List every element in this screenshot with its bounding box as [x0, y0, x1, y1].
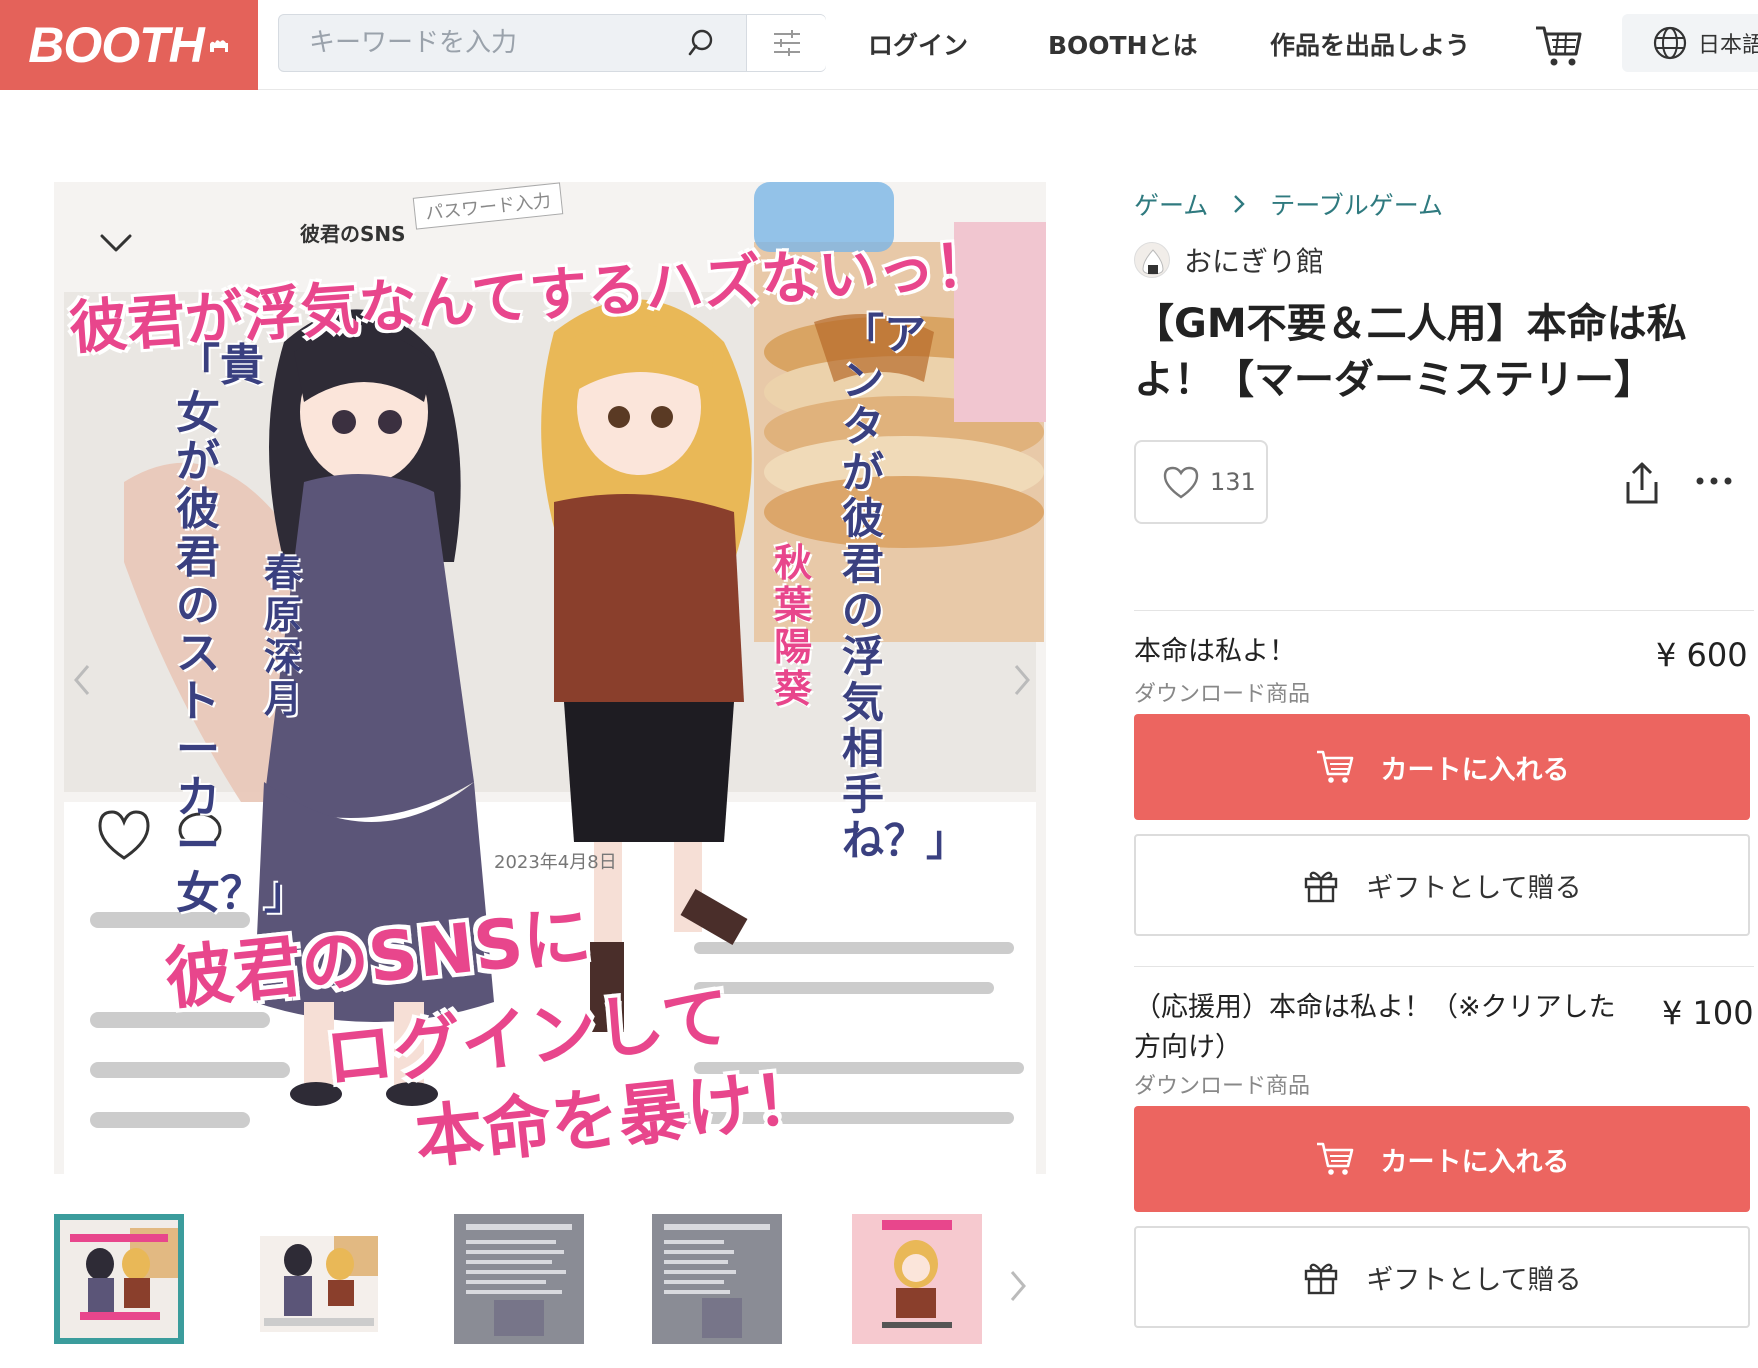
thumbnail-4-image — [652, 1214, 782, 1344]
globe-icon — [1653, 26, 1687, 60]
logo-text: BOOTH — [28, 17, 205, 73]
shop-name: おにぎり館 — [1184, 245, 1325, 278]
gift-button[interactable]: ギフトとして贈る — [1134, 1226, 1750, 1328]
product-title: 【GM不要＆二人用】本命は私よ！【マーダーミステリー】 — [1134, 301, 1687, 403]
thumbnail-3-image — [454, 1214, 584, 1344]
sell-link[interactable]: 作品を出品しよう — [1270, 26, 1470, 62]
variant-name: 本命は私よ！ — [1134, 636, 1296, 667]
thumbnail-5-image — [852, 1214, 982, 1344]
thumbnail-1-image — [60, 1220, 178, 1338]
sns-label: 彼君のSNS — [300, 222, 406, 246]
chevron-down-icon[interactable] — [96, 228, 136, 258]
cart-icon — [1316, 1142, 1353, 1175]
chevron-right-icon — [1234, 195, 1245, 213]
language-selector[interactable]: 日本語 — [1622, 14, 1758, 72]
variant-name: （応援用）本命は私よ！（※クリアした方向け） — [1134, 992, 1616, 1063]
variant-price: ¥ 600 — [1656, 636, 1748, 674]
gift-icon — [1305, 871, 1338, 903]
login-link[interactable]: ログイン — [868, 26, 968, 62]
thumbnail-2-image — [254, 1214, 384, 1344]
booth-logo[interactable]: BOOTH — [0, 0, 258, 90]
like-count: 131 — [1210, 468, 1256, 496]
search-icon[interactable] — [682, 24, 722, 64]
language-label: 日本語 — [1698, 33, 1758, 58]
thumbnail-5[interactable] — [852, 1214, 982, 1344]
add-to-cart-label: カートに入れる — [1380, 1146, 1570, 1178]
caption-left-quote: 「貴女が彼君のストーカー女？」 — [176, 340, 308, 919]
search-input[interactable] — [279, 15, 747, 71]
product-main-image[interactable]: 彼君が浮気なんてするハズないっ！ 彼君のSNS パスワード入力 「貴女が彼君のス… — [54, 182, 1046, 1174]
cart-icon — [1316, 750, 1353, 783]
gift-button[interactable]: ギフトとして贈る — [1134, 834, 1750, 936]
thumbnail-1[interactable] — [54, 1214, 184, 1344]
add-to-cart-button[interactable]: カートに入れる — [1134, 1106, 1750, 1212]
site-header: BOOTH ログイン BOOTHとは 作品を出品しよう — [0, 0, 1758, 90]
onigiri-icon — [1142, 249, 1164, 275]
search-box — [278, 14, 826, 72]
shop-link[interactable]: おにぎり館 — [1134, 240, 1324, 280]
logo-camel-icon — [209, 40, 228, 52]
add-to-cart-label: カートに入れる — [1380, 754, 1570, 786]
share-icon[interactable] — [1620, 460, 1664, 508]
previous-image-arrow-icon[interactable] — [68, 660, 98, 700]
post-date: 2023年4月8日 — [494, 852, 617, 873]
character-left-name: 春原 深月 — [264, 551, 303, 721]
gift-label: ギフトとして贈る — [1366, 1264, 1582, 1296]
thumbnails-next-icon[interactable] — [1004, 1268, 1032, 1304]
thumbnail-3[interactable] — [454, 1214, 584, 1344]
next-image-arrow-icon[interactable] — [1006, 660, 1036, 700]
breadcrumb-item-tablegame[interactable]: テーブルゲーム — [1270, 186, 1443, 222]
variant-type: ダウンロード商品 — [1134, 682, 1311, 707]
variant-type: ダウンロード商品 — [1134, 1074, 1311, 1099]
heart-icon — [1163, 466, 1199, 499]
filter-button[interactable] — [746, 15, 826, 71]
more-icon[interactable] — [1690, 466, 1738, 496]
shop-avatar — [1134, 242, 1170, 278]
gift-label: ギフトとして贈る — [1366, 872, 1582, 904]
breadcrumb: ゲーム テーブルゲーム — [1134, 186, 1443, 222]
caption-right-quote: 「アンタが彼君の浮気相手ね？」 — [842, 310, 968, 865]
gift-icon — [1305, 1263, 1338, 1295]
character-right-name: 秋葉 陽葵 — [774, 541, 813, 711]
about-booth-link[interactable]: BOOTHとは — [1048, 26, 1198, 62]
breadcrumb-item-game[interactable]: ゲーム — [1134, 186, 1208, 222]
filter-icon — [773, 30, 800, 56]
add-to-cart-button[interactable]: カートに入れる — [1134, 714, 1750, 820]
divider — [1134, 610, 1754, 611]
thumbnail-2[interactable] — [254, 1214, 384, 1344]
like-button[interactable]: 131 — [1134, 440, 1268, 524]
thumbnail-4[interactable] — [652, 1214, 782, 1344]
divider — [1134, 966, 1754, 967]
variant-price: ¥ 100 — [1662, 994, 1754, 1032]
cart-icon[interactable] — [1532, 18, 1586, 72]
